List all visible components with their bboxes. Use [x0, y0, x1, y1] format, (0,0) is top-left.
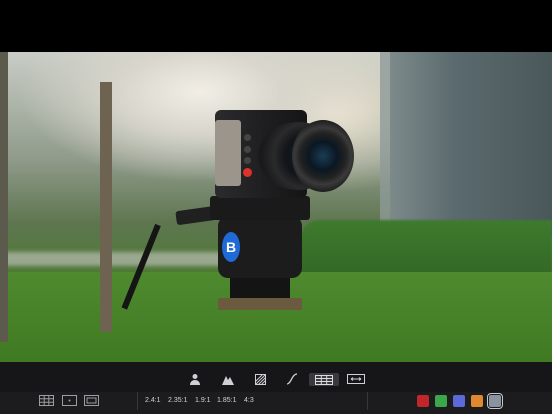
camera-record-button [243, 168, 252, 177]
tree-trunk [100, 82, 112, 332]
color-swatch-red[interactable] [417, 395, 429, 407]
tool-strip [0, 362, 552, 392]
aspect-ratio-2-4[interactable]: 2.4:1 [145, 396, 161, 405]
frame-icon[interactable] [83, 394, 100, 407]
aspect-ratio-1-85[interactable]: 1.85:1 [217, 396, 236, 405]
color-swatch-green[interactable] [435, 395, 447, 407]
hatch-pattern-icon[interactable] [252, 372, 268, 386]
grid-icon[interactable] [309, 373, 339, 386]
tripod-base [218, 298, 302, 310]
color-swatch-orange[interactable] [471, 395, 483, 407]
color-swatch-blue[interactable] [453, 395, 465, 407]
background-building [390, 52, 552, 237]
camera-button [244, 146, 251, 153]
tree-trunk [0, 52, 8, 342]
toolbar-divider [137, 392, 138, 410]
aspect-ratio-1-9[interactable]: 1.9:1 [195, 396, 211, 405]
camera-lens-front [292, 120, 354, 192]
horizontal-expand-icon[interactable] [346, 373, 366, 385]
letterbox-top [0, 0, 552, 52]
color-swatch-gray[interactable] [487, 393, 503, 409]
grid-3x3-icon[interactable] [38, 394, 55, 407]
camera-mount [210, 196, 310, 220]
camera-side-panel [215, 120, 241, 186]
camera-button [244, 157, 251, 164]
center-dot-icon[interactable] [61, 394, 78, 407]
toolbar-divider [367, 392, 368, 410]
brand-logo: B [222, 232, 240, 262]
mountain-icon[interactable] [220, 372, 236, 386]
aspect-ratio-2-35[interactable]: 2.35:1 [168, 396, 187, 405]
camera-button [244, 134, 251, 141]
aspect-ratio-4-3[interactable]: 4:3 [244, 396, 254, 405]
curve-icon[interactable] [284, 372, 300, 386]
person-icon[interactable] [187, 372, 203, 386]
